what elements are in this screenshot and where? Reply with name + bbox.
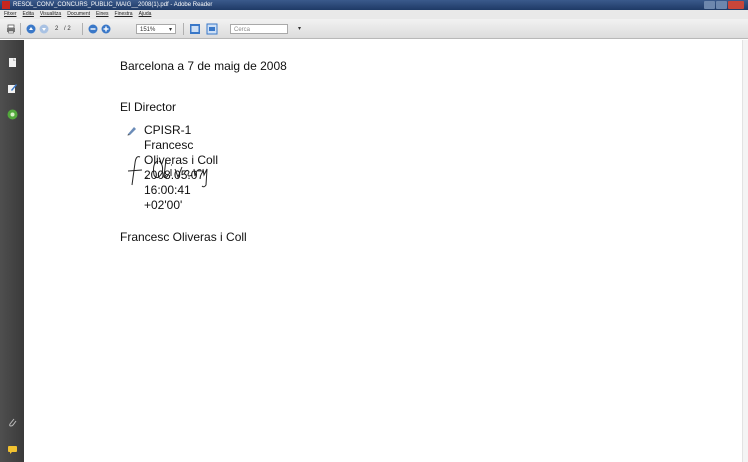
signature-pen-icon (127, 127, 136, 136)
navigation-panel (0, 40, 24, 462)
menu-window[interactable]: Finestra (115, 10, 133, 19)
window-controls (704, 1, 744, 9)
zoom-value: 151% (140, 27, 156, 33)
previous-page-icon[interactable] (26, 24, 36, 34)
menu-bar: Fitxer Edita Visualitza Document Eines F… (0, 10, 748, 19)
menu-tools[interactable]: Eines (96, 10, 109, 19)
zoom-in-icon[interactable] (101, 24, 111, 34)
menu-help[interactable]: Ajuda (139, 10, 152, 19)
adobe-reader-icon (2, 1, 10, 9)
signatures-valid-icon[interactable] (7, 109, 18, 120)
next-page-icon[interactable] (39, 24, 49, 34)
window-title: RESOL_CONV_CONCURS_PUBLIC_MAIG__2008(1).… (13, 2, 213, 8)
menu-edit[interactable]: Edita (23, 10, 34, 19)
comments-icon[interactable] (7, 444, 18, 455)
search-dropdown-icon[interactable]: ▾ (298, 25, 301, 32)
close-button[interactable] (728, 1, 744, 9)
pages-icon[interactable] (7, 57, 18, 68)
vertical-scrollbar[interactable] (742, 40, 748, 462)
zoom-out-icon[interactable] (88, 24, 98, 34)
search-input[interactable]: Cerca (230, 24, 288, 34)
toolbar-separator (183, 23, 184, 35)
menu-file[interactable]: Fitxer (4, 10, 17, 19)
minimize-button[interactable] (704, 1, 716, 9)
signature-date: 2008.05.07 (144, 168, 205, 182)
menu-view[interactable]: Visualitza (40, 10, 61, 19)
document-page: Barcelona a 7 de maig de 2008 El Directo… (24, 40, 748, 462)
toolbar-separator (20, 23, 21, 35)
signer-name: Francesc Oliveras i Coll (120, 230, 247, 244)
sign-icon[interactable] (7, 83, 18, 94)
toolbar-separator (82, 23, 83, 35)
signature-cn: CPISR-1 (144, 123, 192, 137)
zoom-level-select[interactable]: 151% ▾ (136, 24, 176, 34)
signature-given-name: Francesc (144, 138, 194, 152)
search-placeholder: Cerca (234, 27, 251, 33)
title-bar: RESOL_CONV_CONCURS_PUBLIC_MAIG__2008(1).… (0, 0, 748, 10)
menu-document[interactable]: Document (67, 10, 90, 19)
printer-icon[interactable] (6, 24, 16, 34)
digital-signature-block[interactable]: CPISR-1 Francesc Oliveras i Coll 2008.05… (120, 121, 330, 221)
chevron-down-icon: ▾ (168, 27, 172, 33)
page-number-field[interactable]: 2 (55, 26, 58, 32)
attachments-icon[interactable] (7, 417, 18, 428)
director-title: El Director (120, 100, 177, 114)
signature-time: 16:00:41 (144, 183, 191, 197)
signature-timezone: +02'00' (144, 198, 183, 212)
fit-page-icon[interactable] (189, 23, 201, 35)
signature-surname: Oliveras i Coll (144, 153, 219, 167)
toolbar: 2 / 2 151% ▾ Cerca ▾ (0, 19, 748, 39)
maximize-button[interactable] (716, 1, 728, 9)
page-total: / 2 (64, 26, 71, 32)
fit-width-icon[interactable] (206, 23, 218, 35)
date-line: Barcelona a 7 de maig de 2008 (120, 59, 287, 73)
